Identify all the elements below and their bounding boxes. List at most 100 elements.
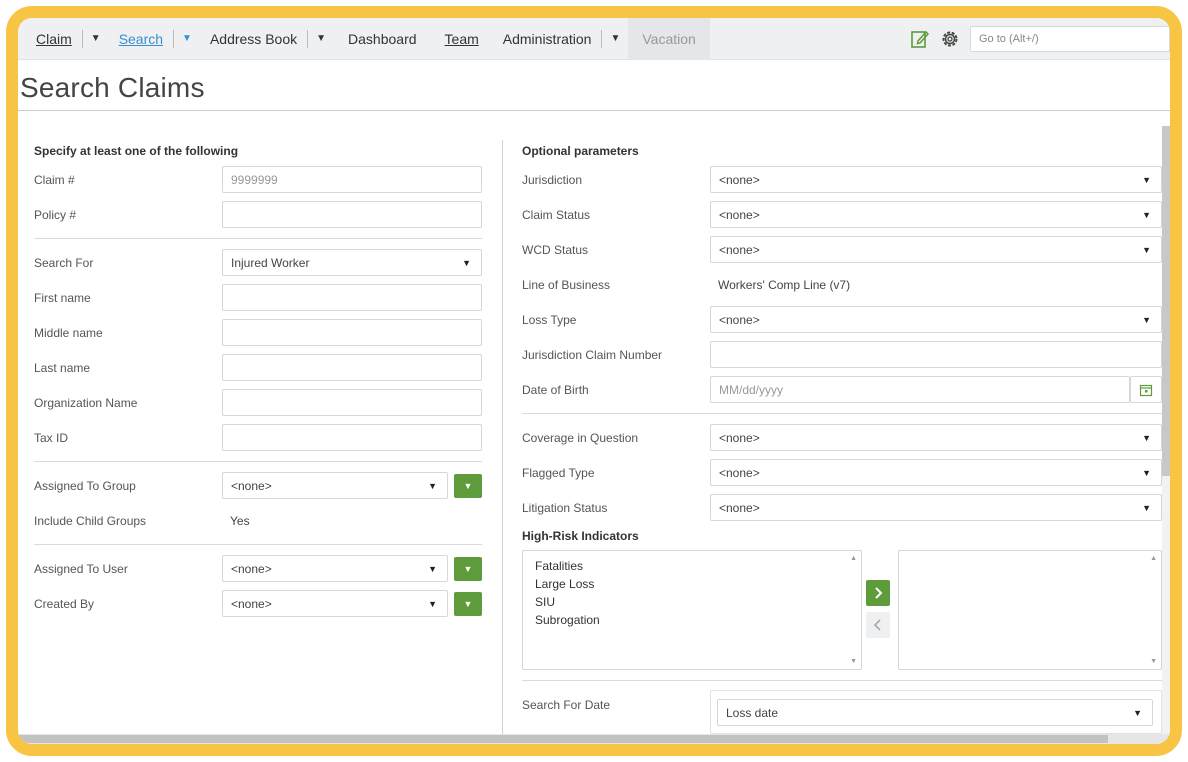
assigned-group-value: <none>: [231, 478, 272, 493]
nav-address-book[interactable]: Address Book: [200, 18, 307, 60]
chevron-left-icon: [873, 619, 881, 631]
nav-claim[interactable]: Claim: [26, 18, 82, 60]
search-for-date-value: Loss date: [726, 705, 779, 720]
nav-claim-caret-icon[interactable]: ▼: [83, 18, 109, 60]
gear-icon[interactable]: [940, 29, 960, 49]
chevron-down-icon: ▼: [428, 598, 437, 609]
scroll-down-icon[interactable]: ▼: [850, 658, 857, 665]
coverage-in-question-select[interactable]: <none> ▼: [710, 424, 1162, 451]
middle-name-input[interactable]: [222, 319, 482, 346]
list-item[interactable]: Fatalities: [523, 557, 861, 575]
include-child-groups-label: Include Child Groups: [34, 513, 147, 528]
tax-id-input[interactable]: [222, 424, 482, 451]
chevron-down-icon: ▼: [428, 480, 437, 491]
flagged-type-value: <none>: [719, 465, 760, 480]
edit-note-icon[interactable]: [910, 29, 930, 49]
chevron-down-icon: ▼: [462, 257, 471, 268]
right-section-heading: Optional parameters: [522, 144, 639, 158]
middle-name-label: Middle name: [34, 325, 103, 340]
claim-status-label: Claim Status: [522, 207, 591, 222]
created-by-row: Created By <none> ▼ ▼: [34, 586, 482, 621]
loss-type-select[interactable]: <none> ▼: [710, 306, 1162, 333]
policy-number-row: Policy #: [34, 197, 482, 232]
assigned-user-picker-button[interactable]: ▼: [454, 556, 482, 581]
coverage-in-question-label: Coverage in Question: [522, 430, 639, 445]
jurisdiction-claim-number-row: Jurisdiction Claim Number: [522, 337, 1162, 372]
assigned-user-row: Assigned To User <none> ▼ ▼: [34, 551, 482, 586]
assigned-group-picker-button[interactable]: ▼: [454, 473, 482, 498]
nav-dashboard[interactable]: Dashboard: [334, 18, 431, 60]
nav-administration[interactable]: Administration: [493, 18, 602, 60]
search-for-date-group: Loss date ▼: [710, 690, 1162, 734]
divider: [522, 680, 1162, 681]
last-name-label: Last name: [34, 360, 91, 375]
divider: [522, 413, 1162, 414]
optional-parameters-panel: Optional parameters Jurisdiction <none> ▼…: [522, 144, 1162, 547]
scroll-up-icon[interactable]: ▲: [1150, 555, 1157, 562]
last-name-input[interactable]: [222, 354, 482, 381]
vertical-scrollbar[interactable]: [1162, 126, 1170, 736]
nav-search[interactable]: Search: [109, 18, 173, 60]
litigation-status-select[interactable]: <none> ▼: [710, 494, 1162, 521]
nav-administration-caret-icon[interactable]: ▼: [602, 18, 628, 60]
chevron-down-icon: ▼: [1142, 432, 1151, 443]
chevron-down-icon: ▼: [1142, 502, 1151, 513]
assigned-user-label: Assigned To User: [34, 561, 128, 576]
claim-status-select[interactable]: <none> ▼: [710, 201, 1162, 228]
list-item[interactable]: Subrogation: [523, 611, 861, 629]
claim-number-label: Claim #: [34, 172, 75, 187]
assigned-group-select[interactable]: <none> ▼: [222, 472, 448, 499]
jurisdiction-label: Jurisdiction: [522, 172, 583, 187]
chevron-down-icon: ▼: [1142, 209, 1151, 220]
nav-address-book-caret-icon[interactable]: ▼: [308, 18, 334, 60]
jurisdiction-row: Jurisdiction <none> ▼: [522, 162, 1162, 197]
middle-name-row: Middle name: [34, 315, 482, 350]
claim-number-input[interactable]: 9999999: [222, 166, 482, 193]
scroll-up-icon[interactable]: ▲: [850, 555, 857, 562]
scroll-down-icon[interactable]: ▼: [1150, 658, 1157, 665]
calendar-picker-button[interactable]: [1130, 376, 1162, 403]
goto-input[interactable]: Go to (Alt+/): [970, 26, 1170, 52]
search-for-date-select[interactable]: Loss date ▼: [717, 699, 1153, 726]
nav-search-caret-icon[interactable]: ▼: [174, 18, 200, 60]
horizontal-scrollbar[interactable]: [18, 734, 1170, 744]
assigned-user-select[interactable]: <none> ▼: [222, 555, 448, 582]
high-risk-indicators-label: High-Risk Indicators: [522, 529, 639, 543]
nav-right-tools: Go to (Alt+/): [910, 18, 1170, 60]
wcd-status-row: WCD Status <none> ▼: [522, 232, 1162, 267]
jurisdiction-claim-number-input[interactable]: [710, 341, 1162, 368]
litigation-status-label: Litigation Status: [522, 500, 608, 515]
page-title: Search Claims: [20, 72, 205, 103]
add-indicator-button[interactable]: [866, 580, 890, 606]
left-criteria-panel: Specify at least one of the following Cl…: [34, 144, 482, 621]
created-by-picker-button[interactable]: ▼: [454, 591, 482, 616]
list-item[interactable]: Large Loss: [523, 575, 861, 593]
created-by-select[interactable]: <none> ▼: [222, 590, 448, 617]
scrollbar-thumb[interactable]: [1162, 126, 1170, 476]
screenshot-frame: Claim ▼ Search ▼ Address Book ▼ Dashboar…: [6, 6, 1182, 756]
high-risk-selected-list[interactable]: ▲ ▼: [898, 550, 1162, 670]
remove-indicator-button[interactable]: [866, 612, 890, 638]
claim-status-row: Claim Status <none> ▼: [522, 197, 1162, 232]
include-child-groups-value: Yes: [230, 513, 250, 528]
jurisdiction-select[interactable]: <none> ▼: [710, 166, 1162, 193]
list-item[interactable]: SIU: [523, 593, 861, 611]
scrollbar-thumb[interactable]: [18, 735, 1108, 743]
search-for-select[interactable]: Injured Worker ▼: [222, 249, 482, 276]
date-of-birth-input[interactable]: MM/dd/yyyy: [710, 376, 1130, 403]
organization-name-input[interactable]: [222, 389, 482, 416]
loss-type-label: Loss Type: [522, 312, 577, 327]
wcd-status-select[interactable]: <none> ▼: [710, 236, 1162, 263]
litigation-status-value: <none>: [719, 500, 760, 515]
wcd-status-value: <none>: [719, 242, 760, 257]
flagged-type-label: Flagged Type: [522, 465, 595, 480]
first-name-input[interactable]: [222, 284, 482, 311]
flagged-type-select[interactable]: <none> ▼: [710, 459, 1162, 486]
flagged-type-row: Flagged Type <none> ▼: [522, 455, 1162, 490]
high-risk-available-list[interactable]: Fatalities Large Loss SIU Subrogation ▲ …: [522, 550, 862, 670]
policy-number-input[interactable]: [222, 201, 482, 228]
include-child-groups-row: Include Child Groups Yes: [34, 503, 482, 538]
nav-team[interactable]: Team: [431, 18, 493, 60]
loss-type-value: <none>: [719, 312, 760, 327]
created-by-value: <none>: [231, 596, 272, 611]
